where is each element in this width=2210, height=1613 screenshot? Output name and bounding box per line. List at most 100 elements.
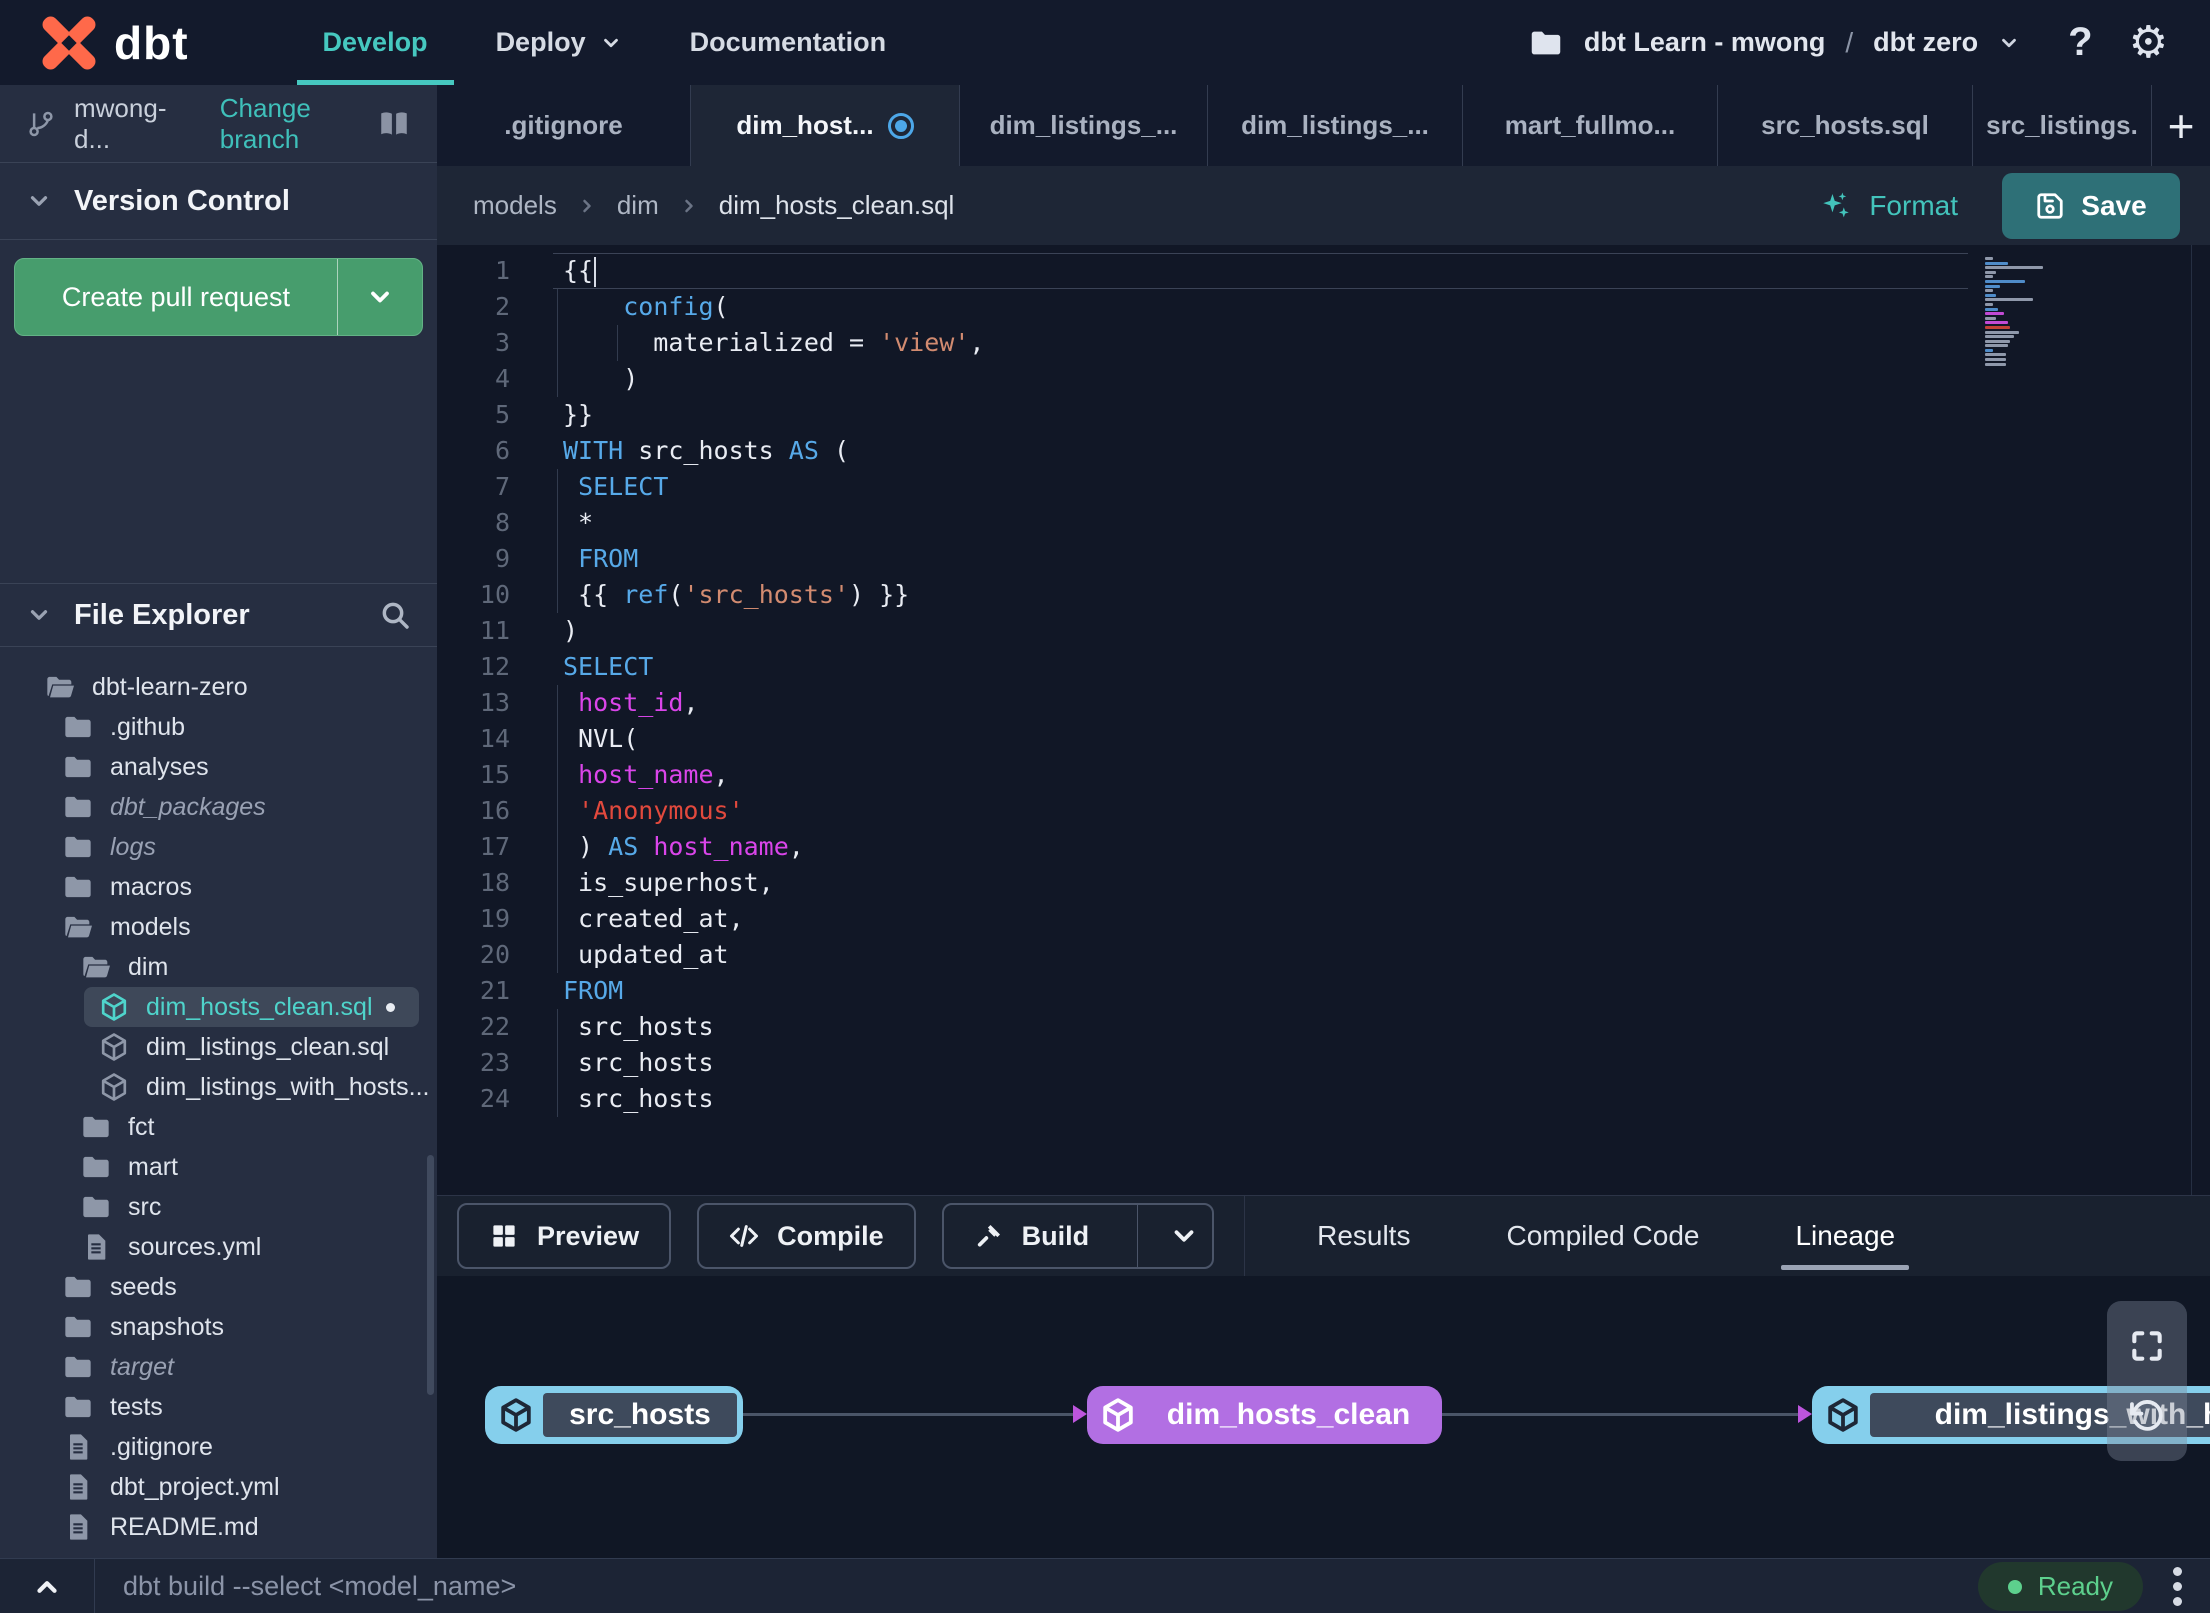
editor-scrollbar-track[interactable] — [2191, 245, 2192, 1195]
editor-tab-6[interactable]: src_listings. — [1973, 85, 2152, 166]
tree-item-seeds[interactable]: seeds — [0, 1267, 437, 1307]
tree-item-.github[interactable]: .github — [0, 707, 437, 747]
format-button[interactable]: Format — [1819, 189, 1958, 223]
tree-item-macros[interactable]: macros — [0, 867, 437, 907]
docs-book-icon[interactable] — [377, 107, 411, 141]
code-line-20[interactable]: 20 updated_at — [437, 937, 2210, 973]
save-button[interactable]: Save — [2002, 172, 2180, 239]
build-dropdown[interactable] — [1156, 1221, 1212, 1251]
tab-compiled-code[interactable]: Compiled Code — [1506, 1196, 1699, 1276]
tree-item-dbt-learn-zero[interactable]: dbt-learn-zero — [0, 667, 437, 707]
tree-item-fct[interactable]: fct — [0, 1107, 437, 1147]
tree-item-analyses[interactable]: analyses — [0, 747, 437, 787]
sidebar-scrollbar[interactable] — [427, 1155, 434, 1395]
code-line-12[interactable]: 12 SELECT — [437, 649, 2210, 685]
tree-item-dbt_project.yml[interactable]: dbt_project.yml — [0, 1467, 437, 1507]
code-area: 1{{2 config(3 materialized = 'view', 4 ) 5… — [437, 245, 2210, 1117]
search-icon[interactable] — [379, 599, 411, 631]
gear-icon[interactable]: ⚙ — [2129, 20, 2168, 65]
code-line-18[interactable]: 18 is_superhost, — [437, 865, 2210, 901]
code-line-19[interactable]: 19 created_at, — [437, 901, 2210, 937]
help-icon[interactable]: ? — [2068, 20, 2092, 65]
command-input[interactable]: dbt build --select <model_name> — [123, 1571, 516, 1602]
tree-item-label: analyses — [110, 752, 209, 781]
tree-item-logs[interactable]: logs — [0, 827, 437, 867]
code-line-21[interactable]: 21 FROM — [437, 973, 2210, 1009]
editor-tab-1[interactable]: dim_host... — [691, 85, 960, 166]
nav-documentation[interactable]: Documentation — [656, 0, 921, 85]
tree-item-dim_listings_clean.sql[interactable]: dim_listings_clean.sql — [0, 1027, 437, 1067]
code-line-23[interactable]: 23 src_hosts — [437, 1045, 2210, 1081]
build-button[interactable]: Build — [941, 1203, 1215, 1269]
lineage-node-dim-hosts-clean[interactable]: dim_hosts_clean — [1087, 1386, 1442, 1444]
editor-tab-4[interactable]: mart_fullmo... — [1463, 85, 1718, 166]
build-main[interactable]: Build — [944, 1221, 1120, 1252]
chevron-up-icon[interactable] — [0, 1559, 94, 1613]
create-pr-dropdown[interactable] — [338, 283, 422, 311]
tree-item-dim[interactable]: dim — [0, 947, 437, 987]
project-switcher[interactable]: dbt Learn - mwong / dbt zero — [1528, 25, 2020, 61]
code-line-9[interactable]: 9 FROM — [437, 541, 2210, 577]
editor-tab-2[interactable]: dim_listings_... — [960, 85, 1208, 166]
editor-tab-0[interactable]: .gitignore — [437, 85, 691, 166]
tree-item-mart[interactable]: mart — [0, 1147, 437, 1187]
code-line-7[interactable]: 7 SELECT — [437, 469, 2210, 505]
code-line-1[interactable]: 1 {{ — [437, 253, 2210, 289]
dbt-logo[interactable]: dbt — [40, 14, 189, 72]
code-line-6[interactable]: 6 WITH src_hosts AS ( — [437, 433, 2210, 469]
tree-item-models[interactable]: models — [0, 907, 437, 947]
code-line-2[interactable]: 2 config( — [437, 289, 2210, 325]
tree-item-dim_hosts_clean.sql[interactable]: dim_hosts_clean.sql — [84, 987, 419, 1027]
lineage-canvas[interactable]: src_hosts dim_hosts_clean dim_listings_w… — [437, 1276, 2210, 1558]
create-pull-request-button[interactable]: Create pull request — [14, 258, 423, 336]
tree-item-label: dim_listings_with_hosts... — [146, 1072, 430, 1101]
minimap[interactable] — [1985, 257, 2047, 367]
code-line-13[interactable]: 13 host_id, — [437, 685, 2210, 721]
tree-item-.gitignore[interactable]: .gitignore — [0, 1427, 437, 1467]
code-line-4[interactable]: 4 ) — [437, 361, 2210, 397]
tree-item-tests[interactable]: tests — [0, 1387, 437, 1427]
code-line-10[interactable]: 10 {{ ref('src_hosts') }} — [437, 577, 2210, 613]
code-line-8[interactable]: 8 * — [437, 505, 2210, 541]
tree-item-sources.yml[interactable]: sources.yml — [0, 1227, 437, 1267]
lineage-node-src-hosts[interactable]: src_hosts — [485, 1386, 743, 1444]
new-tab-button[interactable]: + — [2152, 85, 2210, 166]
fullscreen-icon[interactable] — [2128, 1327, 2166, 1365]
tree-item-snapshots[interactable]: snapshots — [0, 1307, 437, 1347]
tab-lineage[interactable]: Lineage — [1781, 1196, 1909, 1276]
code-line-24[interactable]: 24 src_hosts — [437, 1081, 2210, 1117]
editor-tab-5[interactable]: src_hosts.sql — [1718, 85, 1973, 166]
tree-item-README.md[interactable]: README.md — [0, 1507, 437, 1547]
change-branch-link[interactable]: Change branch — [220, 93, 377, 155]
tree-item-src[interactable]: src — [0, 1187, 437, 1227]
code-line-14[interactable]: 14 NVL( — [437, 721, 2210, 757]
account-name: dbt Learn - mwong — [1583, 27, 1826, 57]
code-line-15[interactable]: 15 host_name, — [437, 757, 2210, 793]
reset-view-icon[interactable] — [2128, 1397, 2166, 1435]
file-explorer-header[interactable]: File Explorer — [0, 584, 437, 646]
code-editor[interactable]: 1{{2 config(3 materialized = 'view', 4 ) 5… — [437, 245, 2210, 1195]
line-number: 20 — [479, 940, 510, 969]
breadcrumb-models[interactable]: models — [473, 190, 557, 221]
code-line-22[interactable]: 22 src_hosts — [437, 1009, 2210, 1045]
tree-item-dbt_packages[interactable]: dbt_packages — [0, 787, 437, 827]
tab-results[interactable]: Results — [1317, 1196, 1410, 1276]
code-line-11[interactable]: 11) — [437, 613, 2210, 649]
tree-item-target[interactable]: target — [0, 1347, 437, 1387]
compile-button[interactable]: Compile — [697, 1203, 916, 1269]
code-line-17[interactable]: 17 ) AS host_name, — [437, 829, 2210, 865]
code-line-3[interactable]: 3 materialized = 'view', — [437, 325, 2210, 361]
tree-item-dim_listings_with_hosts...[interactable]: dim_listings_with_hosts... — [0, 1067, 437, 1107]
indent-guide — [557, 361, 558, 397]
nav-deploy[interactable]: Deploy — [462, 0, 656, 85]
text-cursor — [594, 257, 597, 287]
breadcrumb-dim[interactable]: dim — [617, 190, 659, 221]
code-line-5[interactable]: 5}} — [437, 397, 2210, 433]
tab-label: src_listings. — [1986, 110, 2138, 140]
kebab-menu-icon[interactable] — [2173, 1567, 2182, 1606]
version-control-header[interactable]: Version Control — [0, 163, 437, 239]
editor-tab-3[interactable]: dim_listings_... — [1208, 85, 1463, 166]
nav-develop[interactable]: Develop — [289, 0, 462, 85]
code-line-16[interactable]: 16 'Anonymous' — [437, 793, 2210, 829]
preview-button[interactable]: Preview — [457, 1203, 672, 1269]
